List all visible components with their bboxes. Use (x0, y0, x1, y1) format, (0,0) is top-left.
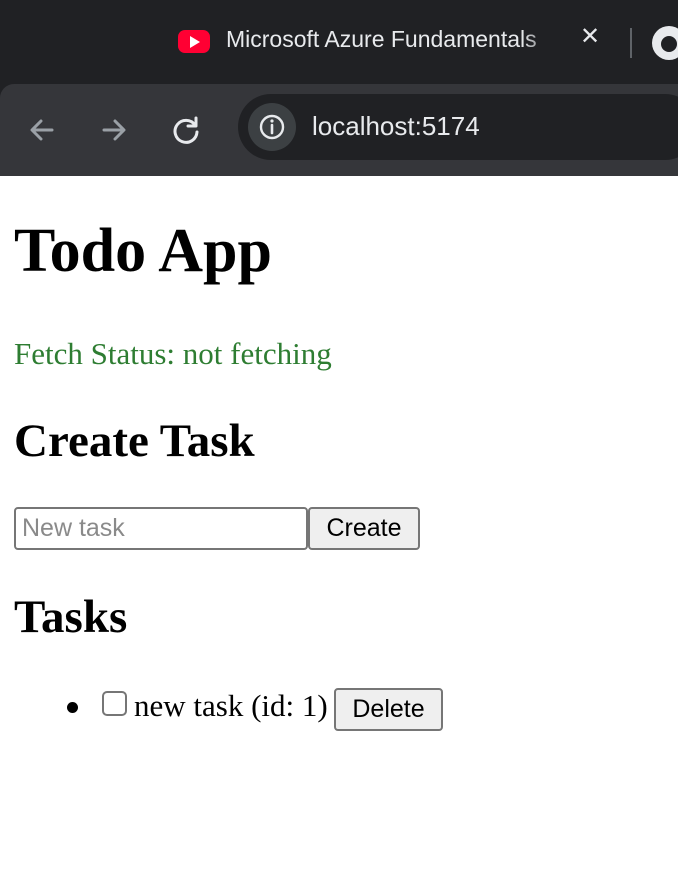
youtube-icon (178, 30, 210, 53)
fetch-status-text: Fetch Status: not fetching (14, 336, 332, 371)
close-icon[interactable]: ✕ (580, 24, 600, 48)
task-label: new task (id: 1) (134, 688, 328, 723)
tab-separator (630, 28, 632, 58)
create-task-heading: Create Task (14, 415, 255, 467)
url-text[interactable]: localhost:5174 (312, 111, 480, 142)
github-icon[interactable] (652, 26, 678, 60)
new-task-input[interactable] (14, 507, 308, 550)
back-arrow-icon[interactable] (22, 110, 62, 150)
browser-tab-bar: Microsoft Azure Fundamentals ✕ (0, 0, 678, 84)
page-title: Todo App (14, 217, 272, 285)
task-checkbox[interactable] (102, 691, 127, 716)
forward-arrow-icon[interactable] (94, 110, 134, 150)
create-button[interactable]: Create (308, 507, 420, 550)
browser-tab[interactable]: Microsoft Azure Fundamentals ✕ (168, 14, 628, 72)
browser-toolbar: localhost:5174 (0, 84, 678, 176)
list-item: new task (id: 1) Delete (0, 684, 520, 732)
address-bar[interactable]: localhost:5174 (238, 94, 678, 160)
tab-title: Microsoft Azure Fundamentals (226, 26, 537, 52)
bullet-icon (67, 702, 78, 713)
tasks-heading: Tasks (14, 591, 128, 643)
reload-icon[interactable] (166, 110, 206, 150)
page-content: Todo App Fetch Status: not fetching Crea… (0, 176, 678, 878)
site-info-icon[interactable] (248, 103, 296, 151)
task-list: new task (id: 1) Delete (0, 684, 520, 732)
delete-button[interactable]: Delete (334, 688, 443, 731)
